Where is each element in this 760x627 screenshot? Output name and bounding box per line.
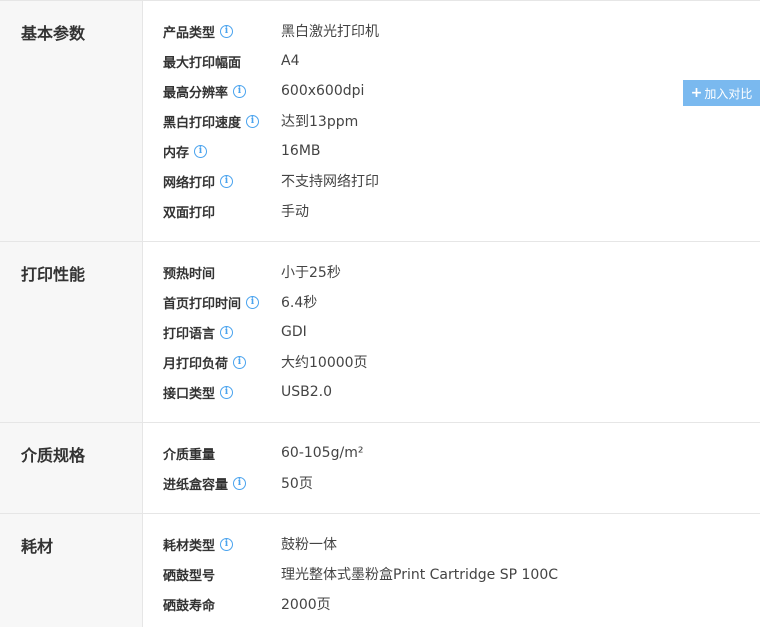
spec-row: 预热时间 小于25秒 (143, 257, 760, 287)
section-title: 打印性能 (0, 242, 143, 422)
section-print-performance: 打印性能 预热时间 小于25秒 首页打印时间 i 6.4秒 打印语言 i GDI 月… (0, 242, 760, 423)
section-body: 耗材类型 i 鼓粉一体 硒鼓型号 理光整体式墨粉盒Print Cartridge … (143, 514, 760, 627)
spec-value: 大约10000页 (281, 355, 368, 371)
section-title: 基本参数 (0, 1, 143, 241)
plus-icon: + (690, 85, 703, 101)
spec-label: 产品类型 i (143, 22, 281, 41)
spec-label-text: 硒鼓型号 (163, 568, 216, 584)
spec-value: A4 (281, 53, 300, 69)
spec-label-text: 预热时间 (163, 266, 216, 282)
section-consumables: 耗材 耗材类型 i 鼓粉一体 硒鼓型号 理光整体式墨粉盒Print Cartrid… (0, 514, 760, 627)
spec-value: 小于25秒 (281, 265, 341, 281)
spec-value: 6.4秒 (281, 295, 318, 311)
spec-value: USB2.0 (281, 384, 333, 400)
spec-value: 黑白激光打印机 (281, 24, 379, 40)
spec-value: 2000页 (281, 597, 331, 613)
info-icon[interactable]: i (233, 476, 247, 490)
spec-value: 手动 (281, 204, 309, 220)
add-compare-label: 加入对比 (704, 86, 753, 101)
spec-label: 进纸盒容量 i (143, 474, 281, 493)
info-icon[interactable]: i (194, 144, 208, 158)
spec-label: 耗材类型 i (143, 535, 281, 554)
info-icon[interactable]: i (220, 537, 234, 551)
spec-row: 月打印负荷 i 大约10000页 (143, 347, 760, 377)
spec-label-text: 最大打印幅面 (163, 55, 242, 71)
info-icon[interactable]: i (220, 174, 234, 188)
spec-value: 理光整体式墨粉盒Print Cartridge SP 100C (281, 567, 559, 583)
info-icon[interactable]: i (220, 325, 234, 339)
spec-label-text: 进纸盒容量 (163, 477, 229, 493)
section-body: 介质重量 60-105g/m² 进纸盒容量 i 50页 (143, 423, 760, 513)
spec-value: 达到13ppm (281, 114, 359, 130)
spec-label-text: 耗材类型 (163, 538, 216, 554)
spec-label: 打印语言 i (143, 323, 281, 342)
spec-label: 黑白打印速度 i (143, 112, 281, 131)
spec-row: 网络打印 i 不支持网络打印 (143, 166, 760, 196)
section-body: 预热时间 小于25秒 首页打印时间 i 6.4秒 打印语言 i GDI 月打印负荷 i… (143, 242, 760, 422)
spec-row: 进纸盒容量 i 50页 (143, 468, 760, 498)
spec-value: 16MB (281, 143, 321, 159)
info-icon[interactable]: i (246, 295, 260, 309)
spec-row: 产品类型 i 黑白激光打印机 (143, 16, 760, 46)
spec-label: 接口类型 i (143, 383, 281, 402)
section-title: 耗材 (0, 514, 143, 627)
spec-label: 最大打印幅面 (143, 52, 281, 71)
spec-row: 双面打印 手动 (143, 196, 760, 226)
spec-label: 预热时间 (143, 263, 281, 282)
spec-label-text: 月打印负荷 (163, 356, 229, 372)
spec-label-text: 打印语言 (163, 326, 216, 342)
spec-row: 打印语言 i GDI (143, 317, 760, 347)
spec-label: 硒鼓寿命 (143, 595, 281, 614)
spec-label: 最高分辨率 i (143, 82, 281, 101)
info-icon[interactable]: i (220, 385, 234, 399)
spec-label-text: 黑白打印速度 (163, 115, 242, 131)
spec-label: 双面打印 (143, 202, 281, 221)
info-icon[interactable]: i (246, 114, 260, 128)
spec-label: 月打印负荷 i (143, 353, 281, 372)
spec-row: 黑白打印速度 i 达到13ppm (143, 106, 760, 136)
spec-label-text: 硒鼓寿命 (163, 598, 216, 614)
section-basic-params: 基本参数 产品类型 i 黑白激光打印机 最大打印幅面 A4 最高分辨率 i 600x… (0, 1, 760, 242)
spec-value: 600x600dpi (281, 83, 365, 99)
spec-row: 首页打印时间 i 6.4秒 (143, 287, 760, 317)
spec-label-text: 接口类型 (163, 386, 216, 402)
spec-label: 介质重量 (143, 444, 281, 463)
spec-row: 内存 i 16MB (143, 136, 760, 166)
info-icon[interactable]: i (220, 24, 234, 38)
spec-label-text: 产品类型 (163, 25, 216, 41)
spec-row: 最高分辨率 i 600x600dpi (143, 76, 760, 106)
spec-label-text: 网络打印 (163, 175, 216, 191)
spec-row: 硒鼓型号 理光整体式墨粉盒Print Cartridge SP 100C (143, 559, 760, 589)
spec-label-text: 介质重量 (163, 447, 216, 463)
spec-row: 最大打印幅面 A4 (143, 46, 760, 76)
spec-value: 不支持网络打印 (281, 174, 379, 190)
spec-label: 内存 i (143, 142, 281, 161)
spec-table: 基本参数 产品类型 i 黑白激光打印机 最大打印幅面 A4 最高分辨率 i 600x… (0, 0, 760, 627)
info-icon[interactable]: i (233, 355, 247, 369)
spec-label-text: 内存 (163, 145, 190, 161)
spec-label-text: 首页打印时间 (163, 296, 242, 312)
spec-value: GDI (281, 324, 307, 340)
add-compare-button[interactable]: + 加入对比 (683, 80, 760, 106)
spec-label: 硒鼓型号 (143, 565, 281, 584)
section-media-spec: 介质规格 介质重量 60-105g/m² 进纸盒容量 i 50页 (0, 423, 760, 514)
section-body: 产品类型 i 黑白激光打印机 最大打印幅面 A4 最高分辨率 i 600x600dp… (143, 1, 760, 241)
spec-row: 介质重量 60-105g/m² (143, 438, 760, 468)
spec-row: 耗材类型 i 鼓粉一体 (143, 529, 760, 559)
spec-value: 60-105g/m² (281, 445, 364, 461)
info-icon[interactable]: i (233, 84, 247, 98)
spec-value: 50页 (281, 476, 313, 492)
spec-row: 硒鼓寿命 2000页 (143, 589, 760, 619)
spec-label: 首页打印时间 i (143, 293, 281, 312)
section-title: 介质规格 (0, 423, 143, 513)
spec-label-text: 双面打印 (163, 205, 216, 221)
spec-value: 鼓粉一体 (281, 537, 337, 553)
spec-label: 网络打印 i (143, 172, 281, 191)
spec-label-text: 最高分辨率 (163, 85, 229, 101)
spec-row: 接口类型 i USB2.0 (143, 377, 760, 407)
